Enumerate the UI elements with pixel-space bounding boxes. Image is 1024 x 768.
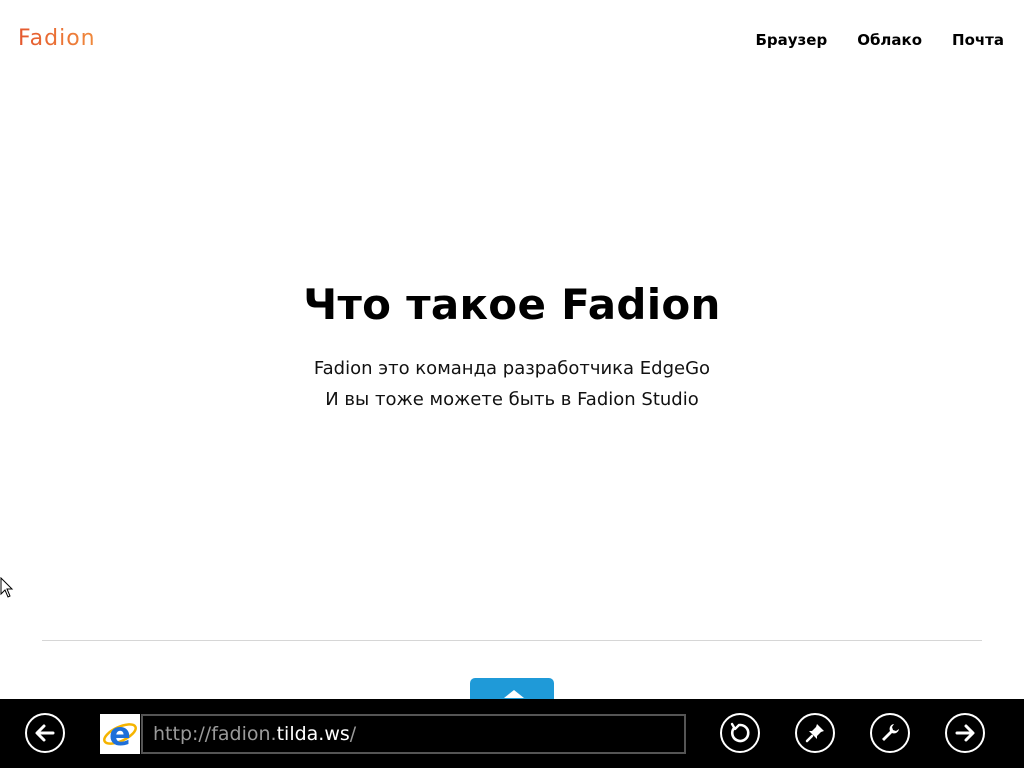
hero-title: Что такое Fadion [303, 280, 721, 329]
hero-line-1: Fadion это команда разработчика EdgeGo [313, 358, 711, 379]
site-logo[interactable]: Fadion [18, 26, 96, 51]
refresh-button[interactable] [720, 713, 760, 753]
browser-app-bar: e http://fadion. tilda.ws / [0, 699, 1024, 768]
pin-button[interactable] [795, 713, 835, 753]
nav-link-mail[interactable]: Почта [952, 31, 1004, 49]
nav-link-cloud[interactable]: Облако [857, 31, 922, 49]
tools-button[interactable] [870, 713, 910, 753]
hero-line-2: И вы тоже можете быть в Fadion Studio [325, 389, 699, 410]
top-nav: Браузер Облако Почта [755, 31, 1004, 49]
internet-explorer-icon: e [100, 714, 140, 754]
url-prefix: http://fadion. [153, 723, 277, 745]
hero-section: Что такое Fadion Fadion это команда разр… [0, 280, 1024, 415]
url-host: tilda.ws [276, 723, 350, 745]
mouse-cursor-icon [0, 576, 14, 603]
tools-icon [882, 724, 899, 741]
forward-button[interactable] [945, 713, 985, 753]
svg-text:e: e [109, 716, 131, 752]
url-suffix: / [349, 723, 357, 745]
nav-link-browser[interactable]: Браузер [755, 31, 827, 49]
refresh-icon [730, 722, 750, 743]
arrow-up-icon [504, 690, 524, 698]
address-bar[interactable]: http://fadion. tilda.ws / [141, 714, 686, 754]
pin-icon [805, 724, 824, 743]
forward-icon [955, 724, 975, 742]
back-button[interactable] [25, 713, 65, 753]
back-icon [35, 724, 55, 742]
page: Fadion Браузер Облако Почта Что такое Fa… [0, 0, 1024, 768]
hero-description: Fadion это команда разработчика EdgeGo И… [0, 353, 1024, 415]
section-divider [42, 640, 982, 641]
